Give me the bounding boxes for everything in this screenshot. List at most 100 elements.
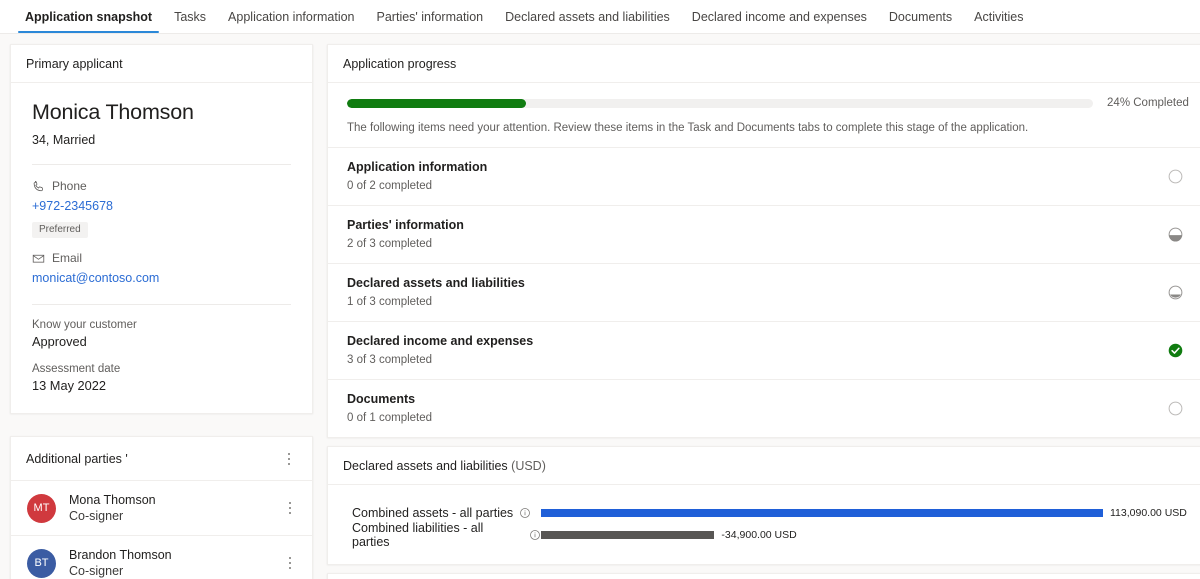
- list-item[interactable]: MT Mona Thomson Co-signer: [11, 481, 312, 536]
- primary-applicant-card-header: Primary applicant: [11, 45, 312, 83]
- kyc-value: Approved: [32, 334, 87, 349]
- item-title: Declared income and expenses: [347, 334, 534, 348]
- item-subtitle: 2 of 3 completed: [347, 238, 433, 250]
- party-name: Brandon Thomson: [69, 548, 172, 562]
- application-progress-card-header: Application progress: [328, 45, 1200, 83]
- tab-parties-information[interactable]: Parties' information: [366, 10, 495, 33]
- declared-income-card-header: Declared income and expenses (USD): [328, 574, 1200, 579]
- bar-value-assets: 113,090.00 USD: [1110, 507, 1187, 519]
- declared-income-and-expenses-card: Declared income and expenses (USD) Combi…: [327, 573, 1200, 579]
- party-role: Co-signer: [69, 564, 124, 578]
- progress-percent-label: 24% Completed: [1107, 97, 1189, 109]
- phone-label: Phone: [52, 179, 87, 193]
- progress-item-declared-income-and-expenses[interactable]: Declared income and expenses 3 of 3 comp…: [328, 322, 1200, 380]
- progress-bar-fill: [347, 98, 527, 108]
- party-name: Mona Thomson: [69, 493, 156, 507]
- card-title: Additional parties ': [26, 452, 128, 466]
- card-title: Primary applicant: [26, 57, 123, 71]
- tab-label: Declared assets and liabilities: [505, 10, 670, 24]
- phone-value-link[interactable]: +972-2345678: [32, 199, 291, 213]
- status-complete-icon: [1167, 342, 1184, 359]
- application-progress-summary: 24% Completed The following items need y…: [328, 83, 1200, 148]
- tab-label: Documents: [888, 10, 953, 24]
- applicant-name: Monica Thomson: [32, 100, 194, 124]
- page-body: Primary applicant Monica Thomson 34, Mar…: [0, 34, 1200, 579]
- party-more-menu-icon[interactable]: [282, 498, 298, 518]
- party-role: Co-signer: [69, 509, 124, 523]
- item-title: Application information: [347, 160, 488, 174]
- tab-label: Application snapshot: [25, 10, 153, 24]
- right-column: Application progress 24% Completed The f…: [327, 44, 1200, 579]
- tab-activities[interactable]: Activities: [963, 10, 1034, 33]
- progress-row: 24% Completed: [347, 97, 1189, 109]
- tab-tasks[interactable]: Tasks: [163, 10, 217, 33]
- tab-application-snapshot[interactable]: Application snapshot: [14, 10, 163, 33]
- item-text: Declared assets and liabilities 1 of 3 c…: [347, 275, 1167, 310]
- chart-bar-area: -34,900.00 USD: [541, 529, 1187, 541]
- progress-bar-track: [347, 98, 1094, 108]
- email-field-label: Email: [32, 251, 291, 265]
- progress-item-declared-assets-and-liabilities[interactable]: Declared assets and liabilities 1 of 3 c…: [328, 264, 1200, 322]
- card-title: Declared assets and liabilities (USD): [343, 459, 546, 473]
- applicant-summary: 34, Married: [32, 133, 96, 147]
- party-more-menu-icon[interactable]: [282, 553, 298, 573]
- primary-applicant-card: Primary applicant Monica Thomson 34, Mar…: [10, 44, 313, 414]
- preferred-badge: Preferred: [32, 222, 88, 238]
- tab-label: Declared income and expenses: [691, 10, 867, 24]
- assessment-date-label: Assessment date: [32, 363, 121, 375]
- bar-assets: [541, 509, 1103, 517]
- additional-parties-more-menu-icon[interactable]: [281, 449, 297, 469]
- chart-row-label: Combined assets - all parties: [341, 506, 541, 520]
- email-value-link[interactable]: monicat@contoso.com: [32, 271, 291, 285]
- label-text: Combined liabilities - all parties: [352, 521, 484, 549]
- item-subtitle: 3 of 3 completed: [347, 354, 433, 366]
- item-text: Parties' information 2 of 3 completed: [347, 217, 1167, 252]
- tab-label: Parties' information: [376, 10, 484, 24]
- kyc-label: Know your customer: [32, 319, 137, 331]
- tab-declared-income-and-expenses[interactable]: Declared income and expenses: [681, 10, 878, 33]
- phone-icon: [32, 180, 45, 193]
- info-icon[interactable]: [519, 507, 531, 519]
- item-title: Documents: [347, 392, 416, 406]
- item-text: Declared income and expenses 3 of 3 comp…: [347, 333, 1167, 368]
- item-text: Documents 0 of 1 completed: [347, 391, 1167, 426]
- assessment-date-value: 13 May 2022: [32, 378, 106, 393]
- primary-applicant-body: Monica Thomson 34, Married Phone +972-23…: [11, 83, 312, 413]
- assets-liabilities-chart: Combined assets - all parties 113,090.00…: [328, 485, 1200, 564]
- status-partial-icon: [1167, 284, 1184, 301]
- tab-documents[interactable]: Documents: [878, 10, 963, 33]
- application-snapshot-page: Application snapshot Tasks Application i…: [0, 0, 1200, 579]
- card-title: Application progress: [343, 57, 457, 71]
- bar-value-liabilities: -34,900.00 USD: [721, 529, 797, 541]
- progress-item-documents[interactable]: Documents 0 of 1 completed: [328, 380, 1200, 437]
- chart-bar-area: 113,090.00 USD: [541, 507, 1187, 519]
- item-subtitle: 0 of 1 completed: [347, 412, 433, 424]
- additional-parties-card-header: Additional parties ': [11, 437, 312, 481]
- avatar-initials: BT: [34, 557, 49, 569]
- declared-assets-card-header: Declared assets and liabilities (USD): [328, 447, 1200, 485]
- tab-application-information[interactable]: Application information: [217, 10, 365, 33]
- tab-declared-assets-and-liabilities[interactable]: Declared assets and liabilities: [494, 10, 681, 33]
- additional-parties-card: Additional parties ' MT Mona Thomson Co-…: [10, 436, 313, 579]
- info-icon[interactable]: [529, 529, 541, 541]
- avatar: BT: [27, 548, 56, 578]
- item-title: Parties' information: [347, 218, 464, 232]
- application-progress-card: Application progress 24% Completed The f…: [327, 44, 1200, 438]
- status-empty-icon: [1167, 168, 1184, 185]
- progress-note: The following items need your attention.…: [347, 122, 1029, 134]
- left-column: Primary applicant Monica Thomson 34, Mar…: [10, 44, 313, 579]
- label-text: Combined assets - all parties: [352, 506, 514, 520]
- divider: [32, 304, 291, 305]
- card-title-currency: (USD): [511, 459, 546, 473]
- party-text: Brandon Thomson Co-signer: [69, 547, 269, 579]
- tab-label: Activities: [974, 10, 1024, 24]
- email-icon: [32, 252, 45, 265]
- tab-label: Tasks: [174, 10, 207, 24]
- status-partial-icon: [1167, 226, 1184, 243]
- progress-item-parties-information[interactable]: Parties' information 2 of 3 completed: [328, 206, 1200, 264]
- progress-item-application-information[interactable]: Application information 0 of 2 completed: [328, 148, 1200, 206]
- main-tab-bar: Application snapshot Tasks Application i…: [0, 0, 1200, 34]
- chart-row-liabilities: Combined liabilities - all parties -34,9…: [341, 521, 1187, 549]
- list-item[interactable]: BT Brandon Thomson Co-signer: [11, 536, 312, 579]
- party-text: Mona Thomson Co-signer: [69, 492, 269, 524]
